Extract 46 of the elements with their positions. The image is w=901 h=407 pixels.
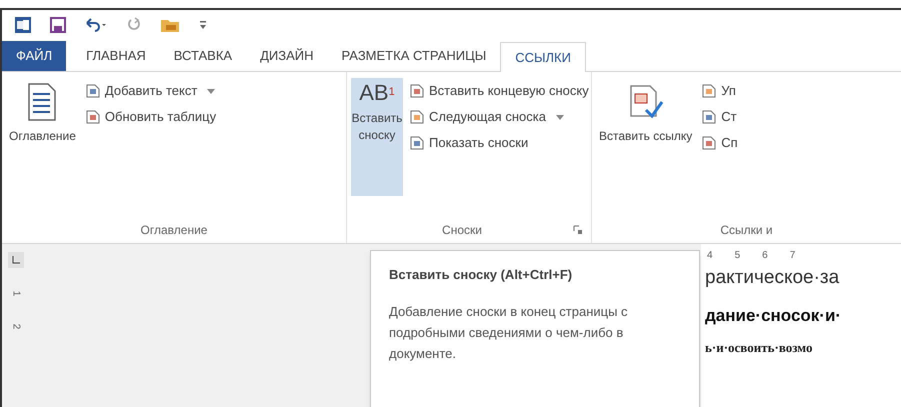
group-label: Оглавление — [140, 222, 208, 239]
document-text: дание·сносок·и· — [705, 304, 842, 326]
small-command-icon — [701, 83, 718, 99]
ribbon-tab[interactable]: РАЗМЕТКА СТРАНИЦЫ — [328, 41, 500, 71]
ribbon-tab[interactable]: ССЫЛКИ — [500, 42, 586, 72]
save-icon[interactable] — [50, 17, 66, 33]
footnote-icon: AB$^{1}$ — [359, 82, 395, 104]
ruler-number: 5 — [734, 249, 740, 263]
small-command-icon — [84, 109, 101, 125]
dialog-launcher-icon[interactable] — [573, 225, 583, 235]
ribbon-tab[interactable]: ГЛАВНАЯ — [72, 41, 160, 71]
small-command-icon — [84, 83, 101, 99]
table-of-contents-icon — [26, 82, 58, 122]
ruler-number: 7 — [790, 249, 796, 263]
small-command-icon — [701, 109, 718, 125]
folder-icon[interactable] — [160, 17, 180, 33]
small-command-button[interactable]: Сп — [701, 132, 738, 154]
large-command-button[interactable]: Оглавление — [6, 78, 79, 196]
small-command-button[interactable]: Обновить таблицу — [84, 106, 216, 128]
ruler-number: 6 — [762, 249, 768, 263]
small-command-button[interactable]: Следующая сноска — [409, 106, 589, 128]
tooltip-title: Вставить сноску (Alt+Ctrl+F) — [389, 266, 574, 284]
small-command-button[interactable]: Уп — [701, 80, 738, 102]
small-command-button[interactable]: Показать сноски — [409, 132, 589, 154]
undo-icon[interactable] — [84, 17, 108, 33]
large-command-button[interactable]: AB$^{1}$ Вставить сноску — [351, 78, 403, 196]
file-tab[interactable]: ФАЙЛ — [2, 41, 66, 71]
small-command-icon — [409, 109, 425, 125]
small-command-button[interactable]: Добавить текст — [84, 80, 216, 102]
tab-selector-icon[interactable] — [8, 252, 24, 268]
group-label: Ссылки и — [719, 222, 774, 239]
ribbon-tab[interactable]: ВСТАВКА — [160, 41, 246, 71]
ribbon-tab[interactable]: ДИЗАЙН — [246, 41, 328, 71]
tooltip-description: Добавление сноски в конец страницы с подробными сведениями о чем-либо в документе. — [389, 302, 629, 363]
small-command-icon — [701, 135, 718, 151]
small-command-icon — [409, 83, 425, 99]
ruler-number: 2 — [10, 324, 22, 330]
document-text: ь·и·освоить·возмо — [705, 339, 814, 357]
ruler-number: 1 — [10, 290, 22, 296]
large-command-button[interactable]: Вставить ссылку — [596, 78, 696, 196]
group-label: Сноски — [441, 222, 483, 239]
ruler-number: 4 — [707, 249, 713, 263]
small-command-button[interactable]: Вставить концевую сноску — [409, 80, 589, 102]
small-command-icon — [409, 135, 425, 151]
document-text: рактическое·за — [705, 266, 840, 290]
small-command-button[interactable]: Ст — [701, 106, 738, 128]
